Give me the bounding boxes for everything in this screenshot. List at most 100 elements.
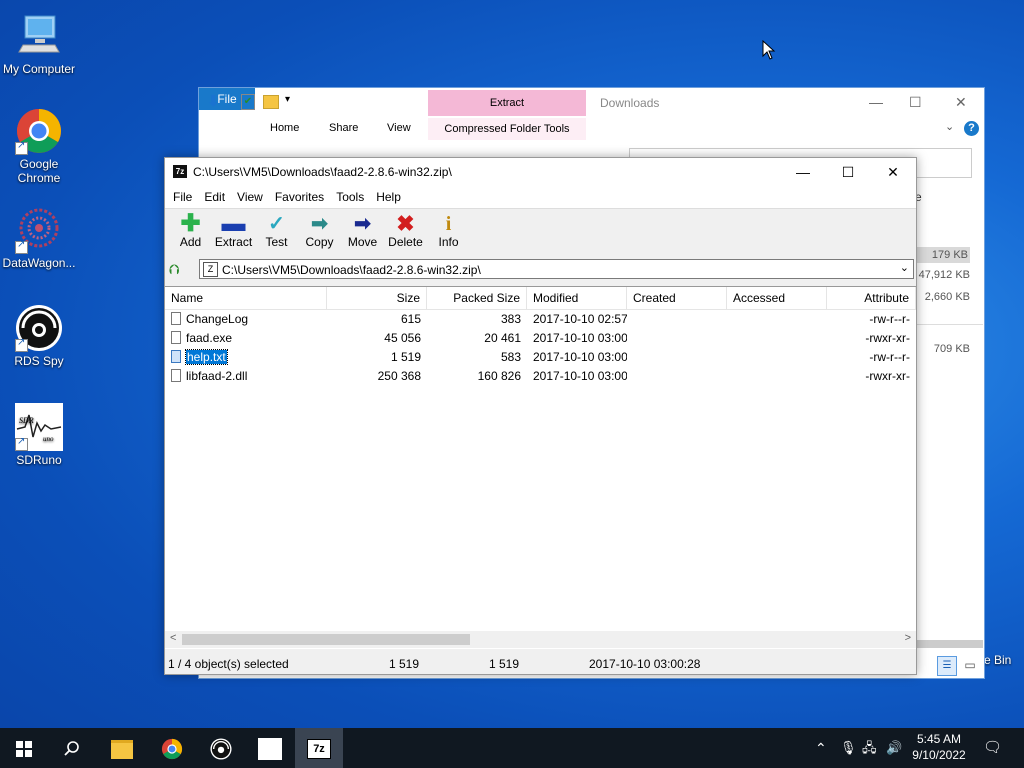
quick-access-down-arrow-icon[interactable]: ⬇ xyxy=(207,92,220,110)
menu-file[interactable]: File xyxy=(167,186,198,208)
volume-icon[interactable]: 🔊 xyxy=(886,728,902,768)
file-icon xyxy=(171,350,181,363)
test-button[interactable]: ✓ Test xyxy=(255,209,298,257)
taskbar-chrome[interactable] xyxy=(148,728,196,768)
taskbar-rds-spy[interactable] xyxy=(197,728,245,768)
close-icon[interactable]: ✕ xyxy=(955,94,967,111)
maximize-icon[interactable]: ☐ xyxy=(909,94,922,111)
menu-view[interactable]: View xyxy=(231,186,269,208)
microphone-icon[interactable]: 🎙 xyxy=(840,728,857,768)
up-folder-icon[interactable]: ⮉ xyxy=(169,261,185,277)
address-input[interactable]: Z C:\Users\VM5\Downloads\faad2-2.8.6-win… xyxy=(199,259,914,279)
horizontal-scrollbar[interactable]: < > xyxy=(165,631,916,648)
desktop-icon-label: Google Chrome xyxy=(17,157,61,185)
status-selected: 1 / 4 object(s) selected xyxy=(168,657,289,671)
table-row[interactable]: libfaad-2.dll 250 368 160 826 2017-10-10… xyxy=(165,367,916,386)
network-icon[interactable]: 🖧 xyxy=(862,728,877,768)
column-header-name[interactable]: Name xyxy=(165,287,327,309)
check-icon: ✓ xyxy=(268,213,285,235)
rds-spy-icon xyxy=(15,304,63,352)
delete-button[interactable]: ✖ Delete xyxy=(384,209,427,257)
desktop-icon-datawagon[interactable]: DataWagon... xyxy=(1,206,77,270)
scroll-right-icon[interactable]: > xyxy=(905,632,911,644)
recycle-bin-label[interactable]: e Bin xyxy=(984,653,1011,667)
zip-file-icon: Z xyxy=(203,262,218,277)
desktop-icon-my-computer[interactable]: My Computer xyxy=(1,12,77,76)
new-folder-icon[interactable] xyxy=(263,95,279,109)
svg-text:uno: uno xyxy=(43,435,54,443)
column-header-accessed[interactable]: Accessed xyxy=(727,287,827,309)
desktop-icon-rds-spy[interactable]: RDS Spy xyxy=(1,304,77,368)
column-header-packed-size[interactable]: Packed Size xyxy=(427,287,527,309)
tab-view[interactable]: View xyxy=(387,122,411,134)
chevron-down-icon[interactable]: ⌄ xyxy=(900,261,909,274)
sdruno-icon xyxy=(258,738,282,761)
column-header-modified[interactable]: Modified xyxy=(527,287,627,309)
sdruno-icon: SDR uno xyxy=(15,403,63,451)
minus-icon: ▬ xyxy=(221,210,246,237)
column-header-created[interactable]: Created xyxy=(627,287,727,309)
tab-home[interactable]: Home xyxy=(270,122,299,134)
add-button[interactable]: ✚ Add xyxy=(169,209,212,257)
desktop-icon-google-chrome[interactable]: Google Chrome xyxy=(1,107,77,185)
chrome-icon xyxy=(15,107,63,155)
file-list[interactable]: Name Size Packed Size Modified Created A… xyxy=(165,286,916,649)
maximize-button[interactable]: ☐ xyxy=(825,158,871,186)
file-size: 709 KB xyxy=(933,343,970,355)
search-icon xyxy=(64,741,79,756)
column-header-size[interactable]: Size xyxy=(327,287,427,309)
taskbar-sevenzip[interactable]: 7z xyxy=(295,728,343,768)
minimize-icon[interactable]: — xyxy=(869,94,883,110)
window-title: C:\Users\VM5\Downloads\faad2-2.8.6-win32… xyxy=(193,165,452,179)
move-button[interactable]: ➡ Move xyxy=(341,209,384,257)
taskbar-file-explorer[interactable] xyxy=(98,728,146,768)
computer-icon xyxy=(15,12,63,60)
menu-tools[interactable]: Tools xyxy=(330,186,370,208)
folder-icon xyxy=(111,739,133,759)
clock-date: 9/10/2022 xyxy=(912,748,966,762)
menu-help[interactable]: Help xyxy=(370,186,407,208)
table-row[interactable]: faad.exe 45 056 20 461 2017-10-10 03:00 … xyxy=(165,329,916,348)
show-hidden-icons-icon[interactable]: ⌃ xyxy=(815,728,827,768)
help-icon[interactable]: ? xyxy=(964,121,979,136)
sevenzip-app-icon: 7z xyxy=(307,739,331,760)
menu-bar: File Edit View Favorites Tools Help xyxy=(165,186,916,209)
close-button[interactable]: ✕ xyxy=(870,158,916,186)
details-view-icon[interactable]: ☰ xyxy=(937,656,957,676)
properties-icon[interactable]: ✔ xyxy=(241,94,255,110)
info-button[interactable]: i Info xyxy=(427,209,470,257)
taskbar-sdruno[interactable] xyxy=(246,728,294,768)
clock[interactable]: 5:45 AM 9/10/2022 xyxy=(908,728,970,768)
sevenzip-app-icon: 7z xyxy=(173,165,187,178)
windows-logo-icon xyxy=(16,741,32,758)
menu-favorites[interactable]: Favorites xyxy=(269,186,330,208)
move-arrow-icon: ➡ xyxy=(354,213,371,235)
ribbon-expand-icon[interactable]: ⌄ xyxy=(945,120,954,133)
notifications-icon[interactable]: 🗨 xyxy=(983,728,1002,768)
customize-quick-access-icon[interactable]: ▾ xyxy=(285,94,290,105)
tab-share[interactable]: Share xyxy=(329,122,358,134)
context-header-extract: Extract xyxy=(428,90,586,116)
divider xyxy=(917,324,983,325)
tab-compressed-folder-tools[interactable]: Compressed Folder Tools xyxy=(428,118,586,140)
divider xyxy=(917,640,983,648)
extract-button[interactable]: ▬ Extract xyxy=(212,209,255,257)
chrome-icon xyxy=(161,739,183,760)
sevenzip-window[interactable]: 7z C:\Users\VM5\Downloads\faad2-2.8.6-wi… xyxy=(164,157,917,675)
column-header-attributes[interactable]: Attribute xyxy=(827,287,916,309)
title-bar[interactable]: 7z C:\Users\VM5\Downloads\faad2-2.8.6-wi… xyxy=(165,158,916,186)
shortcut-arrow-icon xyxy=(15,337,28,352)
menu-edit[interactable]: Edit xyxy=(198,186,231,208)
table-row[interactable]: ChangeLog 615 383 2017-10-10 02:57 -rw-r… xyxy=(165,310,916,329)
search-button[interactable] xyxy=(48,728,96,768)
table-row-selected[interactable]: help.txt 1 519 583 2017-10-10 03:00 -rw-… xyxy=(165,348,916,367)
shortcut-arrow-icon xyxy=(15,436,28,451)
scroll-left-icon[interactable]: < xyxy=(170,632,176,644)
copy-button[interactable]: ➡ Copy xyxy=(298,209,341,257)
minimize-button[interactable]: — xyxy=(780,158,826,186)
desktop-icon-sdruno[interactable]: SDRuno SDRuno xyxy=(1,403,77,467)
start-button[interactable] xyxy=(0,728,48,768)
file-size: 2,660 KB xyxy=(924,291,970,303)
large-icons-view-icon[interactable]: ▭ xyxy=(961,656,979,674)
scrollbar-thumb[interactable] xyxy=(182,634,470,645)
